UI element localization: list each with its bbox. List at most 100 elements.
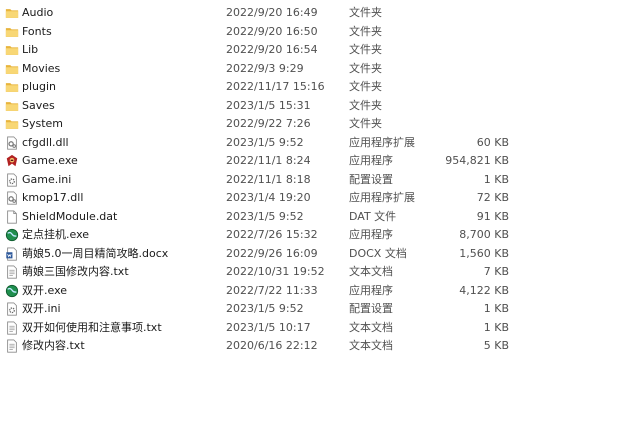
file-date: 2022/9/20 16:49 — [226, 6, 318, 19]
file-row[interactable]: 定点挂机.exe 2022/7/26 15:32 应用程序 8,700 KB — [0, 226, 640, 245]
file-row[interactable]: Lib 2022/9/20 16:54 文件夹 — [0, 41, 640, 60]
file-type: 文件夹 — [349, 61, 382, 75]
game-exe-icon — [5, 154, 19, 168]
file-name: 双开.exe — [22, 283, 68, 297]
file-row[interactable]: Movies 2022/9/3 9:29 文件夹 — [0, 60, 640, 79]
file-type: 文件夹 — [349, 117, 382, 130]
file-date: 2022/9/20 16:54 — [226, 43, 318, 56]
file-type: 应用程序 — [349, 283, 393, 297]
file-row[interactable]: System 2022/9/22 7:26 文件夹 — [0, 115, 640, 134]
file-name: Movies — [22, 61, 61, 75]
file-date: 2022/11/1 8:18 — [226, 172, 311, 186]
file-type: 文件夹 — [349, 80, 382, 93]
file-name: kmop17.dll — [22, 191, 84, 204]
ini-icon — [5, 172, 19, 187]
dll-icon — [5, 191, 19, 205]
file-type: 配置设置 — [349, 172, 393, 186]
file-date: 2022/11/17 15:16 — [226, 80, 325, 93]
ini-icon — [5, 302, 19, 316]
file-date: 2023/1/5 9:52 — [226, 135, 304, 149]
file-date: 2022/10/31 19:52 — [226, 265, 325, 278]
file-type: 文件夹 — [349, 98, 382, 112]
file-date: 2022/7/22 11:33 — [226, 283, 318, 297]
folder-icon — [5, 25, 19, 39]
file-size: 1 KB — [483, 172, 509, 186]
file-date: 2022/9/3 9:29 — [226, 61, 304, 75]
file-name: Saves — [22, 98, 55, 112]
file-row[interactable]: plugin 2022/11/17 15:16 文件夹 — [0, 78, 640, 97]
folder-icon — [5, 117, 19, 131]
file-name: cfgdll.dll — [22, 135, 69, 149]
file-row[interactable]: 双开如何使用和注意事项.txt 2023/1/5 10:17 文本文档 1 KB — [0, 319, 640, 338]
file-date: 2022/11/1 8:24 — [226, 154, 311, 167]
file-name: System — [22, 117, 64, 130]
text-file-icon — [5, 339, 19, 353]
file-type: DOCX 文档 — [349, 246, 407, 260]
file-row[interactable]: 双开.ini 2023/1/5 9:52 配置设置 1 KB — [0, 300, 640, 319]
globe-exe-icon — [5, 284, 19, 298]
file-name: 萌娘5.0一周目精简攻略.docx — [22, 246, 169, 260]
file-date: 2022/9/20 16:50 — [226, 24, 318, 38]
file-name: Audio — [22, 6, 54, 19]
file-type: DAT 文件 — [349, 209, 397, 223]
file-size: 7 KB — [483, 265, 509, 278]
document-icon — [5, 246, 19, 261]
file-size: 91 KB — [476, 209, 509, 223]
file-date: 2022/9/26 16:09 — [226, 246, 318, 260]
file-type: 配置设置 — [349, 302, 393, 315]
file-date: 2023/1/5 9:52 — [226, 209, 304, 223]
file-name: Game.exe — [22, 154, 78, 167]
file-type: 文件夹 — [349, 24, 382, 38]
file-name: 定点挂机.exe — [22, 228, 90, 241]
file-type: 应用程序扩展 — [349, 135, 415, 149]
folder-icon — [5, 43, 19, 57]
file-row[interactable]: ShieldModule.dat 2023/1/5 9:52 DAT 文件 91 KB — [0, 208, 640, 227]
file-name: 修改内容.txt — [22, 339, 85, 352]
file-name: 双开如何使用和注意事项.txt — [22, 320, 162, 334]
file-type: 文件夹 — [349, 6, 382, 19]
file-name: plugin — [22, 80, 57, 93]
file-row[interactable]: Game.exe 2022/11/1 8:24 应用程序 954,821 KB — [0, 152, 640, 171]
file-date: 2022/9/22 7:26 — [226, 117, 311, 130]
file-row[interactable]: 双开.exe 2022/7/22 11:33 应用程序 4,122 KB — [0, 282, 640, 301]
file-type: 应用程序扩展 — [349, 191, 415, 204]
file-row[interactable]: Audio 2022/9/20 16:49 文件夹 — [0, 4, 640, 23]
file-type: 文件夹 — [349, 43, 382, 56]
file-row[interactable]: Game.ini 2022/11/1 8:18 配置设置 1 KB — [0, 171, 640, 190]
file-size: 5 KB — [483, 339, 509, 352]
file-name: Lib — [22, 43, 39, 56]
file-type: 文本文档 — [349, 320, 393, 334]
file-size: 1 KB — [483, 302, 509, 315]
file-type: 文本文档 — [349, 265, 393, 278]
file-size: 72 KB — [476, 191, 509, 204]
file-type: 应用程序 — [349, 154, 393, 167]
folder-icon — [5, 62, 19, 76]
file-name: ShieldModule.dat — [22, 209, 118, 223]
file-name: Fonts — [22, 24, 52, 38]
file-row[interactable]: 萌娘三国修改内容.txt 2022/10/31 19:52 文本文档 7 KB — [0, 263, 640, 282]
dat-icon — [5, 209, 19, 224]
file-type: 文本文档 — [349, 339, 393, 352]
file-size: 954,821 KB — [445, 154, 509, 167]
globe-exe-icon — [5, 228, 19, 242]
file-date: 2023/1/5 15:31 — [226, 98, 311, 112]
file-row[interactable]: kmop17.dll 2023/1/4 19:20 应用程序扩展 72 KB — [0, 189, 640, 208]
file-size: 1 KB — [483, 320, 509, 334]
file-size: 60 KB — [476, 135, 509, 149]
file-row[interactable]: 萌娘5.0一周目精简攻略.docx 2022/9/26 16:09 DOCX 文档 1… — [0, 245, 640, 264]
text-file-icon — [5, 320, 19, 335]
file-name: 双开.ini — [22, 302, 61, 315]
file-date: 2023/1/5 9:52 — [226, 302, 304, 315]
file-size: 8,700 KB — [459, 228, 509, 241]
file-row[interactable]: Fonts 2022/9/20 16:50 文件夹 — [0, 23, 640, 42]
file-date: 2022/7/26 15:32 — [226, 228, 318, 241]
file-name: 萌娘三国修改内容.txt — [22, 265, 129, 278]
file-row[interactable]: Saves 2023/1/5 15:31 文件夹 — [0, 97, 640, 116]
file-row[interactable]: 修改内容.txt 2020/6/16 22:12 文本文档 5 KB — [0, 337, 640, 356]
folder-icon — [5, 6, 19, 20]
file-size: 1,560 KB — [459, 246, 509, 260]
folder-icon — [5, 99, 19, 113]
file-date: 2020/6/16 22:12 — [226, 339, 318, 352]
file-row[interactable]: cfgdll.dll 2023/1/5 9:52 应用程序扩展 60 KB — [0, 134, 640, 153]
file-size: 4,122 KB — [459, 283, 509, 297]
